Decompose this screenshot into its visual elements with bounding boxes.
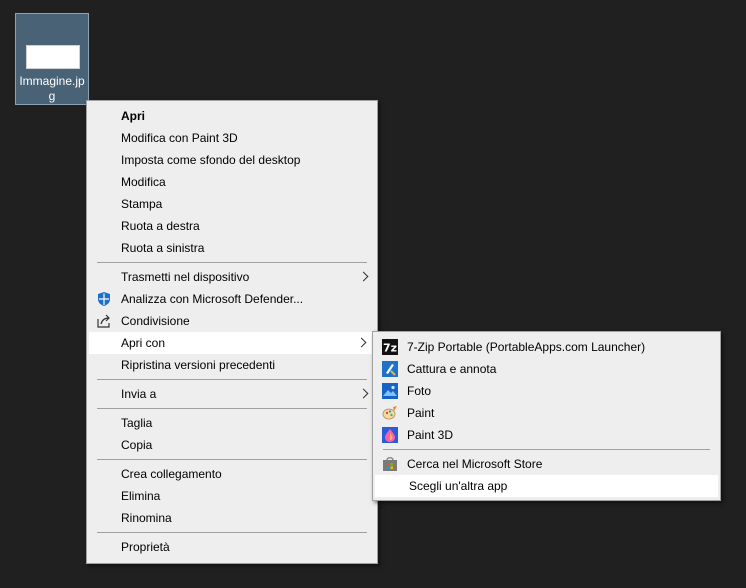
menu-item-label: Scegli un'altra app (409, 479, 508, 493)
menu-item-label: Apri con (121, 336, 166, 350)
menu-item-modifica[interactable]: Modifica (87, 171, 377, 193)
menu-item-label: Cattura e annota (407, 362, 497, 376)
menu-item-stampa[interactable]: Stampa (87, 193, 377, 215)
menu-item-label: Crea collegamento (121, 467, 222, 481)
menu-item-label: Apri (121, 109, 145, 123)
open-with-submenu: 7z 7-Zip Portable (PortableApps.com Laun… (372, 331, 721, 501)
menu-item-label: Analizza con Microsoft Defender... (121, 292, 304, 306)
submenu-item-paint3d[interactable]: Paint 3D (373, 424, 720, 446)
menu-item-label: Proprietà (121, 540, 170, 554)
menu-separator (97, 532, 367, 533)
menu-item-ripristina-versioni[interactable]: Ripristina versioni precedenti (87, 354, 377, 376)
menu-item-crea-collegamento[interactable]: Crea collegamento (87, 463, 377, 485)
menu-item-label: Taglia (121, 416, 153, 430)
menu-item-invia-a[interactable]: Invia a (87, 383, 377, 405)
submenu-item-cattura-annota[interactable]: Cattura e annota (373, 358, 720, 380)
context-menu: Apri Modifica con Paint 3D Imposta come … (86, 100, 378, 564)
paint-icon (382, 406, 397, 420)
menu-item-label: Ruota a destra (121, 219, 200, 233)
menu-item-label: Copia (121, 438, 153, 452)
menu-item-label: 7-Zip Portable (PortableApps.com Launche… (407, 340, 646, 354)
menu-item-modifica-paint3d[interactable]: Modifica con Paint 3D (87, 127, 377, 149)
menu-separator (97, 379, 367, 380)
desktop-file-label: Immagine.jpg (19, 74, 85, 103)
menu-item-copia[interactable]: Copia (87, 434, 377, 456)
submenu-item-cerca-store[interactable]: Cerca nel Microsoft Store (373, 453, 720, 475)
menu-separator (383, 449, 710, 450)
menu-item-taglia[interactable]: Taglia (87, 412, 377, 434)
menu-item-label: Imposta come sfondo del desktop (121, 153, 301, 167)
menu-item-label: Elimina (121, 489, 161, 503)
menu-item-label: Trasmetti nel dispositivo (121, 270, 250, 284)
menu-item-label: Paint 3D (407, 428, 454, 442)
menu-item-label: Cerca nel Microsoft Store (407, 457, 543, 471)
menu-item-trasmetti[interactable]: Trasmetti nel dispositivo (87, 266, 377, 288)
submenu-item-paint[interactable]: Paint (373, 402, 720, 424)
store-icon (383, 457, 397, 471)
svg-text:7z: 7z (383, 342, 397, 355)
menu-item-elimina[interactable]: Elimina (87, 485, 377, 507)
menu-item-proprieta[interactable]: Proprietà (87, 536, 377, 558)
snip-sketch-icon (382, 361, 398, 377)
submenu-item-7zip[interactable]: 7z 7-Zip Portable (PortableApps.com Laun… (373, 336, 720, 358)
defender-shield-icon (98, 292, 110, 306)
menu-item-ruota-destra[interactable]: Ruota a destra (87, 215, 377, 237)
menu-item-condivisione[interactable]: Condivisione (87, 310, 377, 332)
menu-item-label: Modifica (121, 175, 166, 189)
menu-item-apri-con[interactable]: Apri con (89, 332, 375, 354)
menu-item-apri[interactable]: Apri (87, 105, 377, 127)
chevron-right-icon (358, 271, 369, 282)
desktop-file-icon[interactable]: Immagine.jpg (15, 13, 89, 105)
7zip-icon: 7z (382, 339, 398, 355)
submenu-item-foto[interactable]: Foto (373, 380, 720, 402)
menu-item-analizza-defender[interactable]: Analizza con Microsoft Defender... (87, 288, 377, 310)
menu-item-rinomina[interactable]: Rinomina (87, 507, 377, 529)
menu-item-label: Rinomina (121, 511, 172, 525)
menu-item-label: Condivisione (121, 314, 190, 328)
chevron-right-icon (358, 388, 369, 399)
menu-item-label: Invia a (121, 387, 157, 401)
chevron-right-icon (356, 337, 367, 348)
menu-item-ruota-sinistra[interactable]: Ruota a sinistra (87, 237, 377, 259)
menu-item-label: Paint (407, 406, 435, 420)
menu-separator (97, 262, 367, 263)
menu-separator (97, 408, 367, 409)
menu-separator (97, 459, 367, 460)
photos-icon (382, 383, 398, 399)
image-thumbnail (26, 45, 80, 69)
menu-item-label: Ruota a sinistra (121, 241, 205, 255)
share-icon (97, 314, 110, 328)
submenu-item-scegli-altra-app[interactable]: Scegli un'altra app (375, 475, 718, 497)
paint3d-icon (382, 427, 398, 443)
menu-item-label: Stampa (121, 197, 163, 211)
menu-item-imposta-sfondo[interactable]: Imposta come sfondo del desktop (87, 149, 377, 171)
menu-item-label: Foto (407, 384, 432, 398)
menu-item-label: Modifica con Paint 3D (121, 131, 238, 145)
menu-item-label: Ripristina versioni precedenti (121, 358, 276, 372)
